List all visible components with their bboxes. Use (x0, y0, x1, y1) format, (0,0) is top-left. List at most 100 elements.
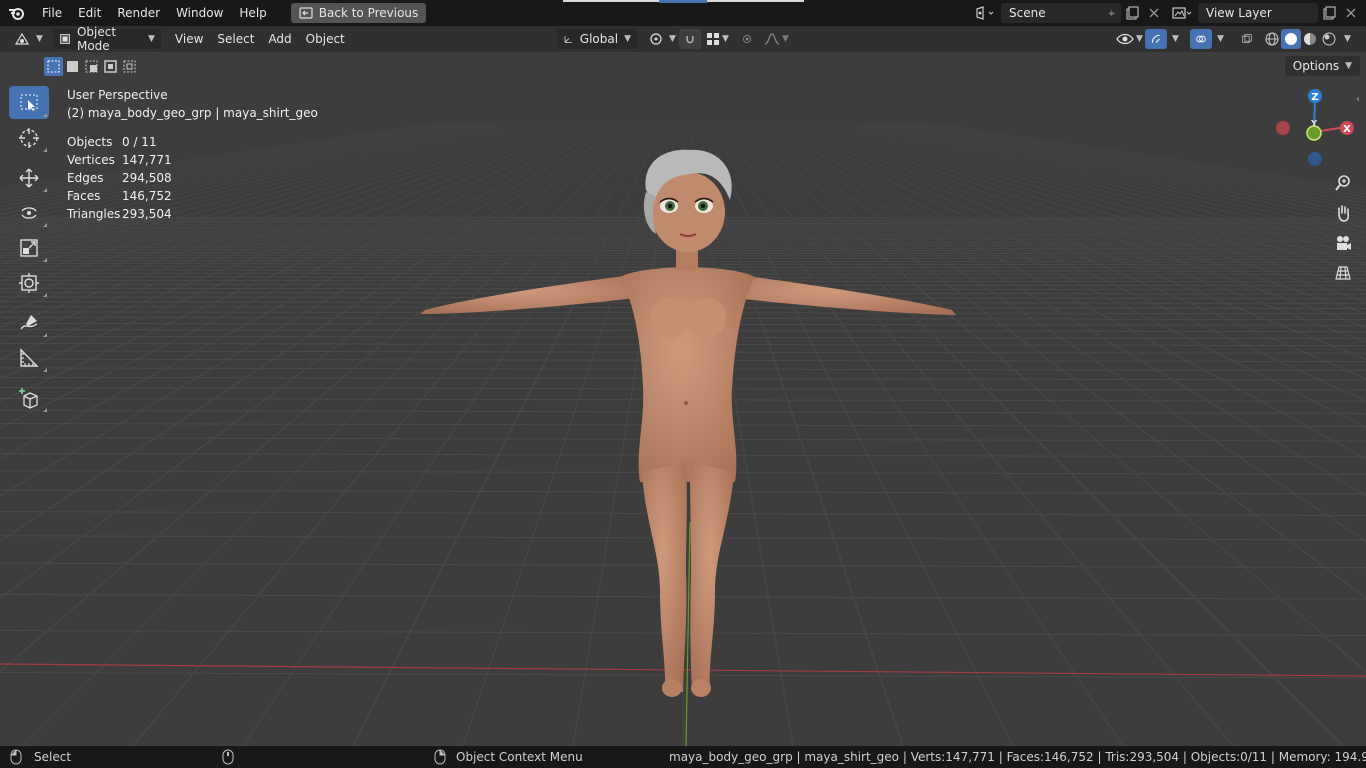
scene-selector[interactable]: Scene ⌖ (969, 3, 1165, 23)
tool-transform[interactable] (9, 266, 49, 299)
overlays-toggle[interactable] (1190, 29, 1212, 49)
shading-material[interactable] (1300, 29, 1320, 49)
menu-file[interactable]: File (34, 0, 70, 26)
menu-select[interactable]: Select (211, 29, 260, 49)
gizmo-y-label: Y (1310, 119, 1317, 128)
shading-rendered[interactable] (1319, 29, 1339, 49)
menu-view[interactable]: View (169, 29, 209, 49)
pivot-point-button[interactable]: ▼ (643, 29, 682, 49)
add-cube-icon (19, 387, 38, 409)
stat-value: 147,771 (122, 153, 172, 167)
workspace-tab-active[interactable] (659, 0, 707, 3)
scene-statistics: Objects 0 / 11 Vertices 147,771 Edges 294,5… (67, 133, 318, 223)
tool-shelf (9, 86, 49, 416)
status-scene-info: maya_body_geo_grp | maya_shirt_geo | Ver… (669, 750, 1366, 764)
orientation-label: Global (579, 32, 619, 46)
tool-select-box[interactable] (9, 86, 49, 119)
menu-help[interactable]: Help (231, 0, 274, 26)
select-invert-mode[interactable] (101, 57, 120, 76)
tool-rotate[interactable] (9, 196, 49, 229)
scene-name-field[interactable]: Scene ⌖ (1001, 3, 1121, 23)
mouse-middle-icon (222, 749, 234, 765)
zoom-button[interactable] (1330, 170, 1356, 196)
gizmo-neg-x[interactable] (1276, 121, 1290, 135)
select-intersect-mode[interactable] (120, 57, 139, 76)
falloff-button[interactable]: ▼ (758, 29, 795, 49)
delete-scene-icon[interactable] (1143, 3, 1165, 23)
object-mode-icon (60, 34, 70, 44)
stat-label: Triangles (67, 207, 121, 221)
proportional-edit-toggle[interactable] (736, 29, 758, 49)
tool-scale[interactable] (9, 231, 49, 264)
editor-type-icon (14, 32, 30, 45)
chevron-down-icon: ▼ (624, 34, 631, 44)
perspective-label: User Perspective (67, 88, 168, 102)
overlays-options[interactable]: ▼ (1211, 29, 1230, 49)
visibility-button[interactable]: ▼ (1110, 29, 1149, 49)
3d-viewport[interactable]: User Perspective (2) maya_body_geo_grp |… (0, 52, 1366, 746)
snap-toggle[interactable] (679, 29, 701, 49)
chevron-down-icon: ▼ (669, 34, 676, 44)
tool-annotate[interactable] (9, 306, 49, 339)
navigation-gizmo[interactable]: Z X Y (1270, 86, 1360, 176)
transform-orientation-dropdown[interactable]: Global ▼ (557, 29, 637, 49)
editor-type-button[interactable]: ▼ (8, 29, 49, 49)
gizmo-y[interactable] (1306, 125, 1322, 141)
chevron-down-icon: ▼ (1217, 34, 1224, 44)
back-to-previous-button[interactable]: Back to Previous (290, 3, 427, 23)
mode-dropdown[interactable]: Object Mode ▼ (52, 25, 161, 53)
chevron-down-icon: ▼ (782, 34, 789, 44)
xray-toggle[interactable] (1236, 29, 1258, 49)
select-set-icon (47, 60, 60, 73)
chevron-down-icon: ▼ (1136, 34, 1143, 44)
select-invert-icon (104, 60, 117, 73)
pan-button[interactable] (1330, 200, 1356, 226)
stat-label: Vertices (67, 153, 115, 167)
proportional-edit-icon (743, 35, 751, 43)
view-layer-icon[interactable] (1166, 3, 1198, 23)
new-view-layer-icon[interactable] (1318, 3, 1340, 23)
scene-icon[interactable] (969, 3, 1001, 23)
tool-cursor[interactable] (9, 121, 49, 154)
options-label: Options (1292, 59, 1340, 73)
select-extend-icon (67, 61, 78, 72)
scene-name: Scene (1009, 6, 1046, 20)
view-layer-field[interactable]: View Layer (1198, 3, 1318, 23)
options-dropdown[interactable]: Options ▼ (1284, 56, 1360, 76)
gizmo-neg-z[interactable] (1308, 152, 1322, 166)
tool-move[interactable] (9, 161, 49, 194)
menu-window[interactable]: Window (168, 0, 231, 26)
select-set-mode[interactable] (44, 57, 63, 76)
mode-label: Object Mode (76, 25, 117, 53)
camera-view-button[interactable] (1330, 230, 1356, 256)
projection-toggle-button[interactable] (1330, 260, 1356, 286)
select-subtract-mode[interactable] (82, 57, 101, 76)
snap-target-button[interactable]: ▼ (700, 29, 735, 49)
gizmo-toggle[interactable] (1145, 29, 1167, 49)
shading-options[interactable]: ▼ (1338, 29, 1357, 49)
gizmo-options[interactable]: ▼ (1166, 29, 1185, 49)
material-sphere-icon (1304, 33, 1316, 45)
scale-icon (20, 238, 38, 257)
select-extend-mode[interactable] (63, 57, 82, 76)
new-scene-icon[interactable] (1121, 3, 1143, 23)
shading-solid[interactable] (1281, 29, 1301, 49)
tool-measure[interactable] (9, 341, 49, 374)
gizmo-x-label: X (1343, 124, 1351, 135)
status-left-action: Select (34, 750, 72, 764)
menu-edit[interactable]: Edit (70, 0, 109, 26)
viewport-info-overlay: User Perspective (2) maya_body_geo_grp |… (67, 86, 318, 223)
gizmo-icon (1151, 34, 1160, 43)
pin-icon[interactable]: ⌖ (1108, 6, 1115, 21)
stat-value: 146,752 (122, 189, 172, 203)
delete-view-layer-icon[interactable] (1340, 3, 1362, 23)
chevron-down-icon: ▼ (1344, 34, 1351, 44)
workspace-tabs-strip[interactable] (563, 0, 804, 3)
blender-logo-icon[interactable] (0, 0, 34, 26)
menu-render[interactable]: Render (109, 0, 168, 26)
menu-add[interactable]: Add (262, 29, 297, 49)
view-layer-selector[interactable]: View Layer (1166, 3, 1362, 23)
shading-wireframe[interactable] (1262, 29, 1282, 49)
menu-object[interactable]: Object (300, 29, 351, 49)
tool-add-cube[interactable] (9, 381, 49, 414)
